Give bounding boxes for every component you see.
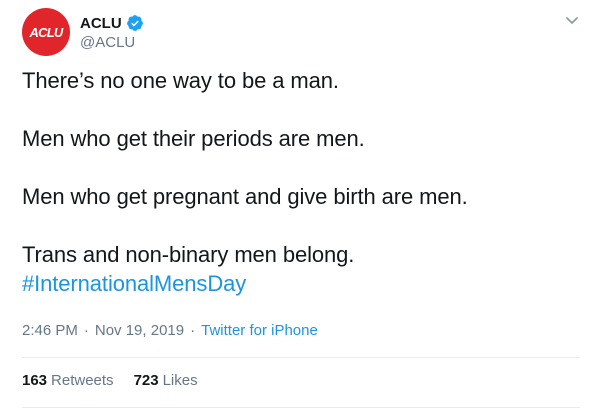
retweets-stat[interactable]: 163 Retweets <box>22 372 114 389</box>
tweet-line: Men who get pregnant and give birth are … <box>22 184 468 209</box>
tweet-line: There’s no one way to be a man. <box>22 68 339 93</box>
tweet-line: Trans and non-binary men belong. <box>22 242 355 267</box>
tweet-source-link[interactable]: Twitter for iPhone <box>201 322 318 339</box>
verified-badge-icon <box>126 14 144 32</box>
author-names: ACLU @ACLU <box>80 13 144 51</box>
tweet-date[interactable]: Nov 19, 2019 <box>95 322 184 339</box>
divider <box>22 357 580 358</box>
likes-stat[interactable]: 723 Likes <box>134 372 198 389</box>
avatar[interactable]: ACLU <box>22 8 70 56</box>
retweets-label: Retweets <box>51 372 114 389</box>
divider <box>22 407 580 408</box>
display-name[interactable]: ACLU <box>80 15 122 32</box>
tweet-meta: 2:46 PM · Nov 19, 2019 · Twitter for iPh… <box>22 322 318 339</box>
hashtag-link[interactable]: #InternationalMensDay <box>22 269 572 298</box>
name-row: ACLU <box>80 13 144 33</box>
chevron-down-icon[interactable] <box>564 12 580 28</box>
avatar-logo-text: ACLU <box>29 24 64 40</box>
likes-label: Likes <box>162 372 198 389</box>
meta-separator: · <box>83 322 89 339</box>
likes-count: 723 <box>133 372 159 389</box>
tweet-time[interactable]: 2:46 PM <box>22 322 78 339</box>
tweet-card: ACLU ACLU @ACLU There’s no one way to be… <box>0 0 590 413</box>
tweet-line: Men who get their periods are men. <box>22 126 365 151</box>
tweet-stats: 163 Retweets 723 Likes <box>22 372 218 389</box>
retweets-count: 163 <box>22 372 48 389</box>
tweet-header: ACLU ACLU @ACLU <box>22 8 144 56</box>
author-handle[interactable]: @ACLU <box>80 34 144 51</box>
meta-separator: · <box>190 322 196 339</box>
tweet-text: There’s no one way to be a man. Men who … <box>22 66 572 298</box>
